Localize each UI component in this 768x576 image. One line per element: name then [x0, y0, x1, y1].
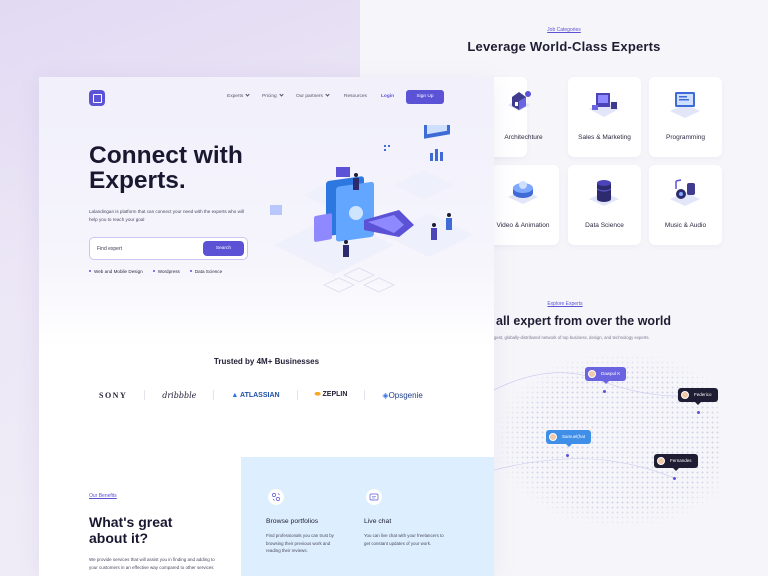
opsgenie-logo: ◈Opsgenie [382, 390, 423, 400]
avatar [681, 391, 689, 399]
divider [364, 390, 366, 400]
map-marker [566, 454, 569, 457]
nav-resources[interactable]: Resources [344, 94, 367, 99]
explore-tag[interactable]: Explore Experts [500, 301, 630, 307]
logo-icon[interactable] [89, 90, 105, 106]
avatar [657, 457, 665, 465]
zeplin-logo: ⬬ ZEPLIN [314, 391, 348, 398]
feature-description: Find professionals you can trust by brow… [266, 533, 334, 553]
benefits-tag[interactable]: Our Benefits [89, 493, 117, 499]
category-card-music-audio[interactable]: Music & Audio [649, 165, 722, 245]
category-label: Music & Audio [664, 222, 707, 229]
category-label: Programming [665, 134, 705, 141]
map-marker [673, 477, 676, 480]
tag-link[interactable]: Data Science [190, 269, 222, 274]
category-card-programming[interactable]: Programming [649, 77, 722, 157]
signup-button[interactable]: Sign Up [406, 90, 444, 104]
connection-lines [494, 372, 700, 479]
category-label: Architechture [504, 134, 543, 141]
tag-link[interactable]: Wordpress [153, 269, 180, 274]
avatar [588, 370, 596, 378]
divider [296, 390, 298, 400]
feature-description: You can live chat with your freelancers … [364, 533, 444, 546]
laptop-icon [670, 92, 700, 118]
portfolio-icon [268, 489, 284, 505]
map-marker [603, 390, 606, 393]
expert-pin[interactable]: Samuel(hat [546, 430, 592, 447]
login-link[interactable]: Login [381, 94, 394, 99]
expert-pin[interactable]: Dawpul K [585, 367, 627, 384]
popular-tags: Web and Mobile Design Wordpress Data Sci… [89, 269, 222, 274]
atlassian-logo: ▲ ATLASSIAN [231, 391, 280, 399]
chevron-down-icon [325, 92, 330, 97]
hero-title: Connect with Experts. [89, 142, 243, 194]
tag-link[interactable]: Web and Mobile Design [89, 269, 143, 274]
explore-title: all expert from over the world [496, 314, 672, 328]
database-icon [589, 180, 619, 206]
explore-subtitle: gest, globally-distributed network of to… [494, 335, 650, 340]
category-label: Data Science [585, 222, 624, 229]
hero-description: Lalandingan is platform that can connect… [89, 209, 245, 222]
nav-experts[interactable]: Experts [227, 92, 250, 99]
house-icon [508, 91, 531, 111]
search-button[interactable]: Search [203, 241, 244, 256]
trusted-title: Trusted by 4M+ Businesses [213, 357, 320, 366]
avatar [549, 433, 557, 441]
category-label: Sales & Marketing [578, 134, 631, 141]
landing-page-panel: Experts Pricing Our partners Resources L… [39, 77, 494, 576]
category-card-sales-marketing[interactable]: Sales & Marketing [568, 77, 641, 157]
divider [213, 390, 215, 400]
nav-pricing[interactable]: Pricing [262, 92, 284, 99]
chevron-down-icon [279, 92, 284, 97]
map-marker [697, 411, 700, 414]
nav-our-partners[interactable]: Our partners [296, 92, 330, 99]
hero-illustration [270, 125, 474, 293]
marketing-icon [589, 93, 619, 117]
search-box: Search [89, 237, 248, 260]
expert-pin[interactable]: Fernandes [654, 454, 698, 471]
expert-pin[interactable]: Federico [678, 388, 718, 405]
categories-title: Leverage World-Class Experts [467, 39, 661, 54]
brand-logos: SONY dribbble ▲ ATLASSIAN ⬬ ZEPLIN ◈Opsg… [99, 390, 459, 400]
category-label: Video & Animation [496, 222, 550, 229]
categories-tag[interactable]: Job Categories [0, 27, 768, 33]
feature-title: Live chat [364, 518, 392, 525]
divider [144, 390, 146, 400]
chat-icon [366, 489, 382, 505]
music-icon [670, 179, 700, 206]
category-card-data-science[interactable]: Data Science [568, 165, 641, 245]
sony-logo: SONY [99, 390, 128, 400]
benefits-background [241, 457, 494, 576]
benefits-title: What's great about it? [89, 514, 173, 546]
benefits-description: We provide services that will assist you… [89, 557, 215, 570]
dribbble-logo: dribbble [162, 390, 197, 400]
search-input[interactable] [97, 243, 197, 255]
feature-title: Browse portfolios [266, 518, 319, 525]
category-card-video-animation[interactable]: Video & Animation [487, 165, 559, 245]
video-icon [508, 181, 538, 204]
